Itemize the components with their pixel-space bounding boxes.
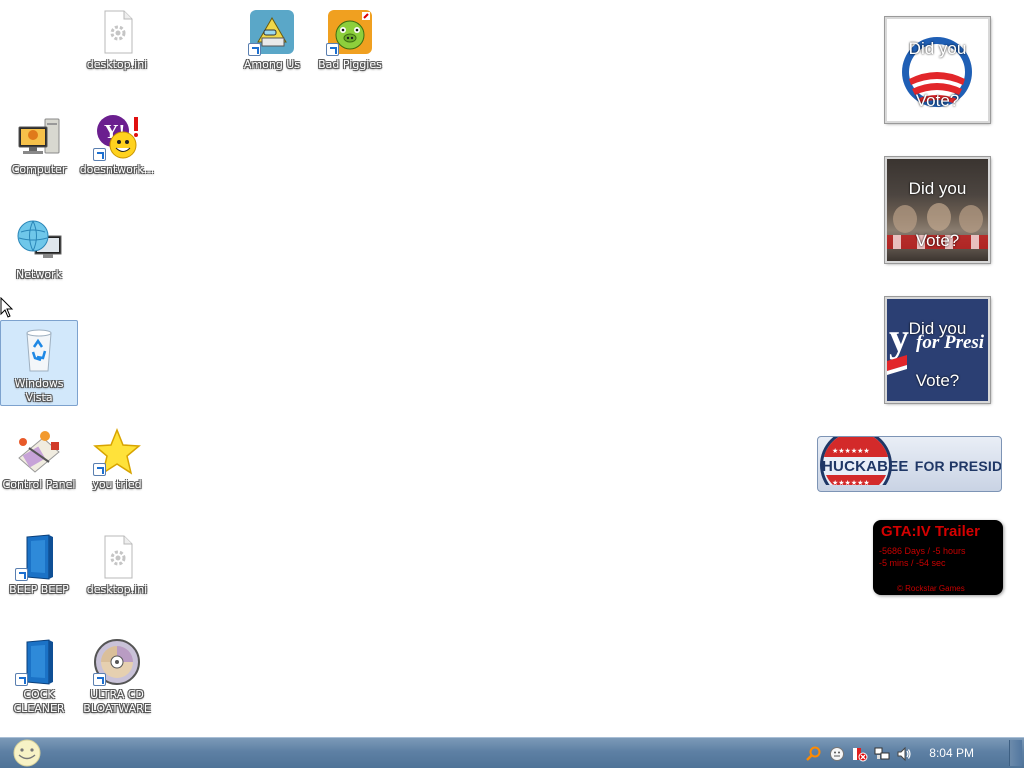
shortcut-arrow-icon (15, 568, 28, 581)
desktop-icon-windows-vista[interactable]: Windows Vista (0, 320, 78, 406)
icon-label: Network (16, 268, 62, 281)
network-icon (15, 218, 63, 266)
huckabee-name: HUCKABEE (822, 458, 909, 475)
shortcut-arrow-icon (93, 148, 106, 161)
vote-line-2: Vote? (915, 231, 960, 250)
shortcut-arrow-icon (326, 43, 339, 56)
desktop-icon-you-tried[interactable]: you tried (79, 422, 155, 492)
desktop-icon-bad-piggies[interactable]: Bad Piggies (312, 2, 388, 72)
vote-line-1: Did you (908, 39, 967, 58)
gta-title: GTA:IV Trailer (881, 523, 980, 540)
security-alert-icon[interactable] (852, 746, 868, 762)
icon-label: BEEP BEEP (9, 583, 69, 596)
yahoo-messenger-icon: Y! (93, 113, 141, 161)
volume-icon[interactable] (896, 746, 912, 762)
among-us-icon (248, 8, 296, 56)
desktop-icon-control-panel[interactable]: Control Panel (1, 422, 77, 492)
star-icon (93, 427, 141, 476)
huckabee-suffix: FOR PRESIDENT (914, 458, 1002, 474)
icon-label: doesntwork... (79, 163, 155, 176)
icon-label: Among Us (243, 58, 301, 71)
mouse-cursor-icon (0, 297, 14, 318)
taskbar: 8:04 PM (0, 737, 1024, 768)
vote-gadget-3[interactable]: y for Presi Did you Vote? (885, 297, 990, 403)
blue-box-icon (15, 638, 63, 686)
huckabee-banner-text: HUCKABEE FOR PRESIDENT (822, 458, 1002, 475)
desktop-icon-desktop-ini[interactable]: desktop.ini (79, 2, 155, 72)
recycle-bin-icon (15, 327, 63, 375)
vote-line-1: Did you (908, 179, 967, 198)
vote-line-2: Vote? (915, 91, 960, 110)
shortcut-arrow-icon (15, 673, 28, 686)
icon-label: COCK CLEANER (13, 688, 65, 715)
icon-label: ULTRA CD BLOATWARE (83, 688, 151, 715)
show-desktop-button[interactable] (1009, 740, 1022, 766)
network-tray-icon[interactable] (874, 746, 890, 762)
shortcut-arrow-icon (93, 673, 106, 686)
icon-label: Bad Piggies (318, 58, 382, 71)
desktop-icon-beep-beep[interactable]: BEEP BEEP (1, 527, 77, 597)
gta-credit: © Rockstar Games (897, 584, 965, 593)
icon-label: Computer (11, 163, 67, 176)
system-tray: 8:04 PM (804, 738, 1024, 768)
gta-countdown-gadget[interactable]: GTA:IV Trailer -5686 Days / -5 hours -5 … (873, 520, 1003, 595)
blue-box-icon (15, 533, 63, 581)
computer-icon (15, 113, 63, 161)
file-icon (93, 8, 141, 56)
desktop-icon-doesntwork[interactable]: Y! doesntwork... (79, 107, 155, 177)
svg-text:★★★★★★: ★★★★★★ (832, 447, 870, 455)
file-icon (93, 533, 141, 581)
icon-label: you tried (92, 478, 142, 491)
vote-gadget-2[interactable]: Did you Vote? (885, 157, 990, 263)
gta-countdown-days: -5686 Days / -5 hours (879, 546, 966, 556)
desktop-icon-desktop-ini-2[interactable]: desktop.ini (79, 527, 155, 597)
shortcut-arrow-icon (93, 463, 106, 476)
start-button[interactable] (8, 739, 46, 767)
desktop-icon-cock-cleaner[interactable]: COCK CLEANER (1, 632, 77, 716)
vote-line-2: Vote? (915, 371, 960, 390)
control-panel-icon (15, 428, 63, 476)
clock[interactable]: 8:04 PM (929, 746, 974, 760)
vote-gadget-1[interactable]: Did you Vote? (885, 17, 990, 123)
messenger-icon[interactable] (829, 746, 845, 762)
desktop-icon-network[interactable]: Network (1, 212, 77, 282)
huckabee-gadget[interactable]: ★★★★★★ ★★★★★★ HUCKABEE FOR PRESIDENT (817, 436, 1002, 492)
cd-disc-icon (93, 638, 141, 686)
icon-label: Control Panel (2, 478, 76, 491)
icon-label: desktop.ini (86, 58, 148, 71)
bad-piggies-icon (326, 8, 374, 56)
desktop-icon-among-us[interactable]: Among Us (234, 2, 310, 72)
desktop-icon-computer[interactable]: Computer (1, 107, 77, 177)
icon-label: desktop.ini (86, 583, 148, 596)
search-icon[interactable] (806, 746, 822, 762)
vote-line-1: Did you (908, 319, 967, 338)
gta-countdown-mins: -5 mins / -54 sec (879, 558, 946, 568)
svg-text:★★★★★★: ★★★★★★ (832, 479, 870, 485)
shortcut-arrow-icon (248, 43, 261, 56)
start-orb-icon (13, 739, 41, 767)
icon-label: Windows Vista (14, 377, 64, 404)
desktop-icon-ultra-cd-bloatware[interactable]: ULTRA CD BLOATWARE (79, 632, 155, 716)
